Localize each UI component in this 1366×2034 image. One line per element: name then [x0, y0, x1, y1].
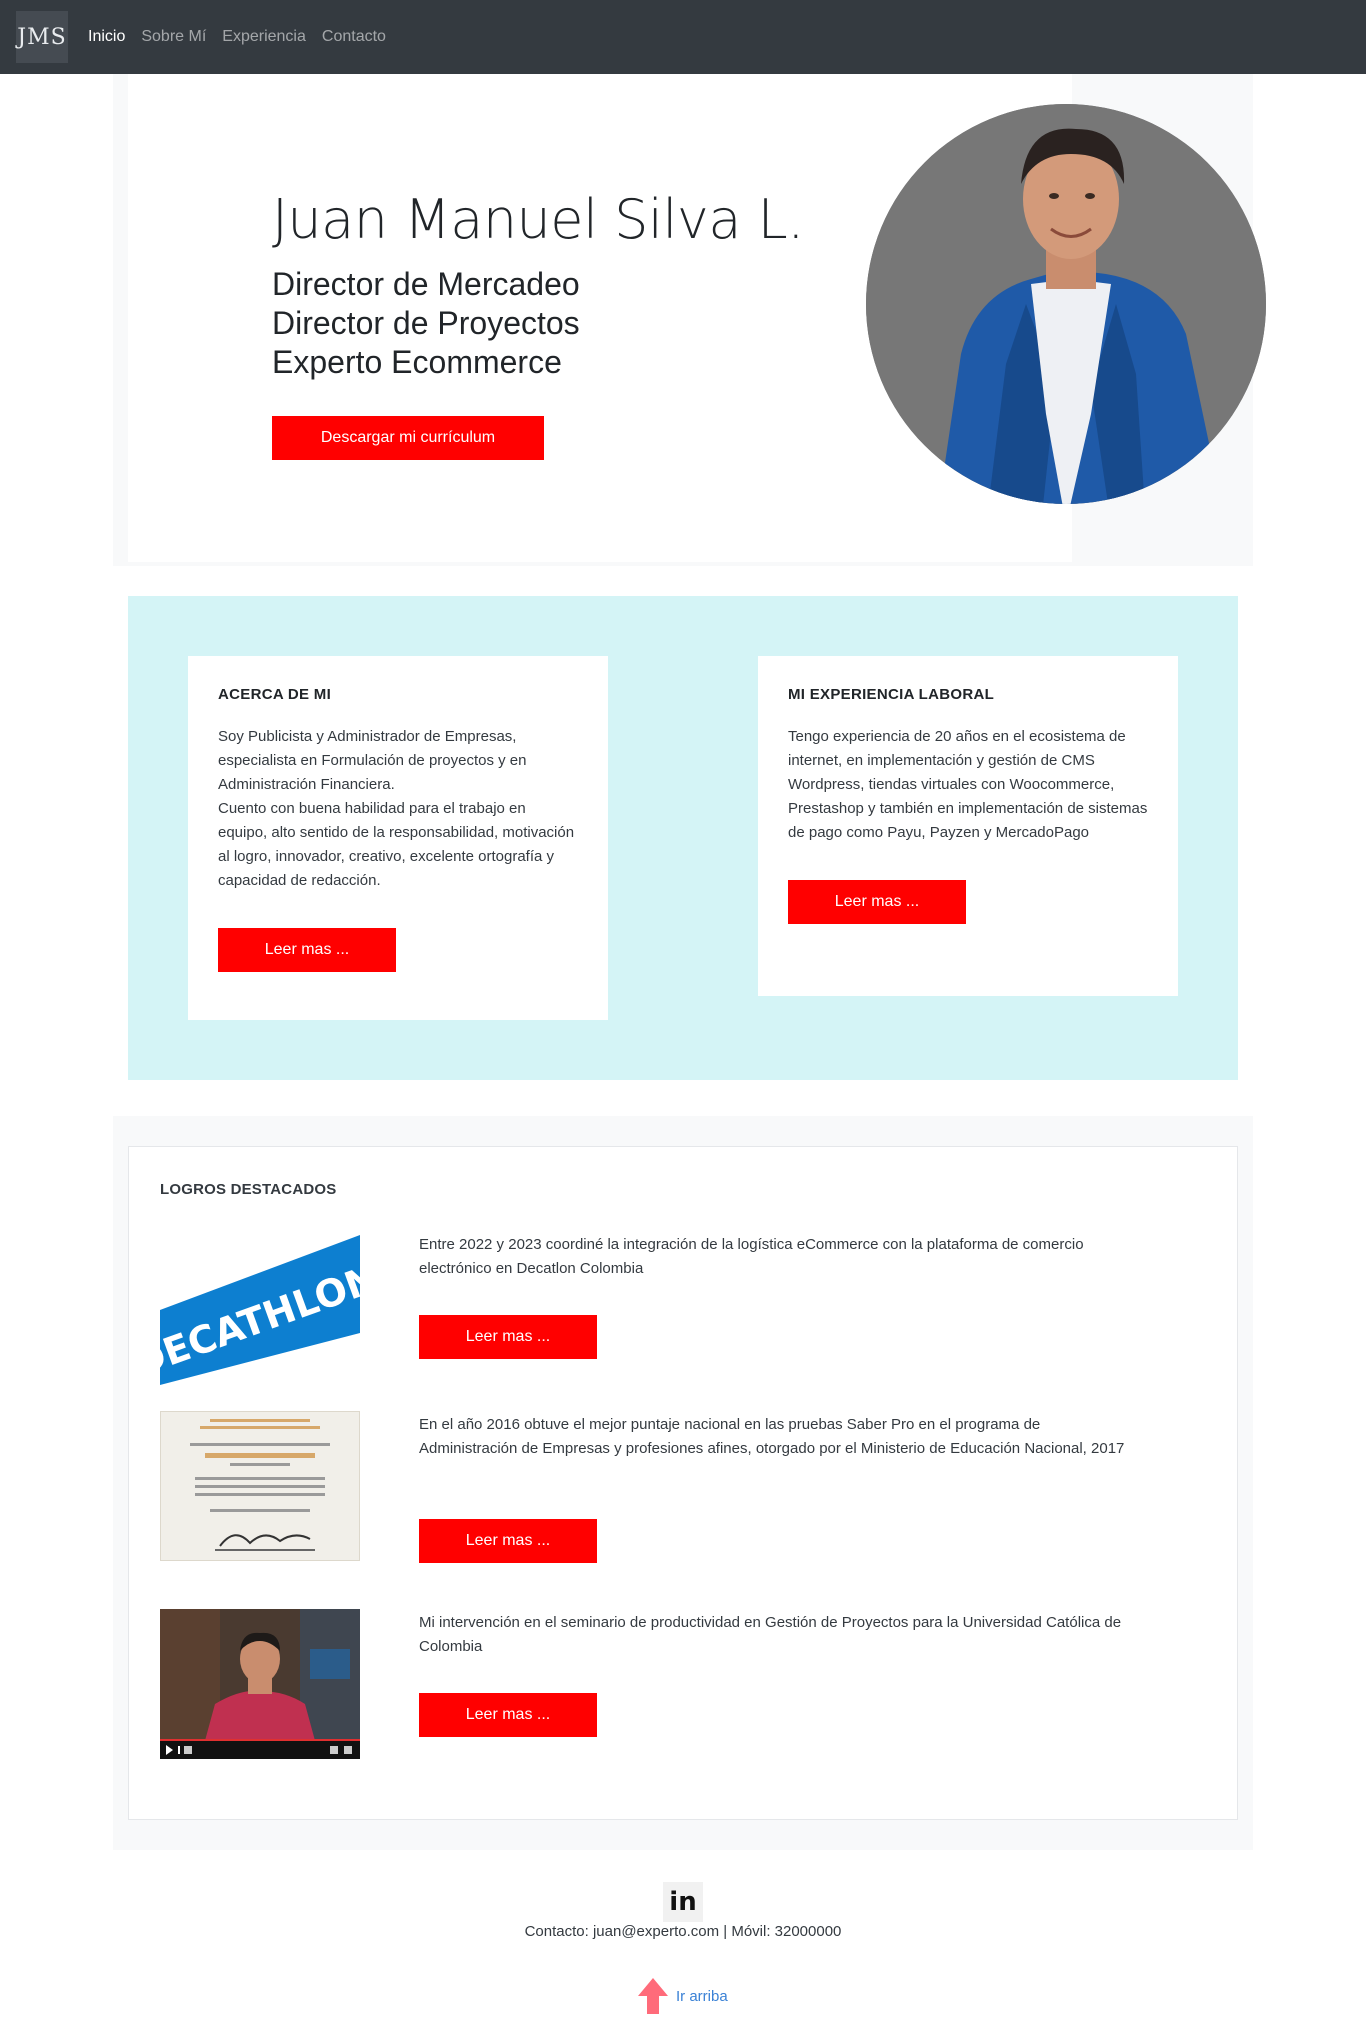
achievement-read-more-button-3[interactable]: Leer mas ...	[419, 1693, 597, 1737]
achievement-text-1: Entre 2022 y 2023 coordiné la integració…	[419, 1236, 1084, 1277]
scroll-top[interactable]: Ir arriba	[636, 1976, 728, 2016]
achievements-card: LOGROS DESTACADOS DECATHLON Entre 2022 y…	[128, 1146, 1238, 1820]
hero-role-proyectos: Director de Proyectos	[272, 305, 580, 341]
download-cv-button[interactable]: Descargar mi currículum	[272, 416, 544, 460]
seminar-video-thumbnail[interactable]	[160, 1609, 360, 1759]
decathlon-image: DECATHLON	[160, 1235, 360, 1385]
achievement-text-3: Mi intervención en el seminario de produ…	[419, 1614, 1122, 1655]
about-text: Soy Publicista y Administrador de Empres…	[218, 728, 527, 793]
nav-link-sobre-mi[interactable]: Sobre Mí	[141, 28, 206, 46]
experience-title: MI EXPERIENCIA LABORAL	[788, 686, 995, 703]
arrow-up-icon[interactable]	[636, 1976, 670, 2016]
achievement-text-2: En el año 2016 obtuve el mejor puntaje n…	[419, 1416, 1125, 1457]
contact-info: Contacto: juan@experto.com | Móvil: 3200…	[524, 1923, 842, 1940]
nav-link-inicio[interactable]: Inicio	[88, 28, 125, 46]
experience-read-more-button[interactable]: Leer mas ...	[788, 880, 966, 924]
about-section: ACERCA DE MI Soy Publicista y Administra…	[128, 596, 1238, 1080]
nav-link-experiencia[interactable]: Experiencia	[222, 28, 306, 46]
achievement-read-more-button-2[interactable]: Leer mas ...	[419, 1519, 597, 1563]
achievements-section: LOGROS DESTACADOS DECATHLON Entre 2022 y…	[113, 1116, 1253, 1850]
brand-logo[interactable]: JMS	[16, 11, 68, 63]
achievement-read-more-button-1[interactable]: Leer mas ...	[419, 1315, 597, 1359]
about-text-2: Cuento con buena habilidad para el traba…	[218, 800, 575, 889]
linkedin-icon[interactable]: in	[663, 1882, 703, 1922]
hero-role-mercadeo: Director de Mercadeo	[272, 266, 580, 302]
navbar: JMS Inicio Sobre Mí Experiencia Contacto	[0, 0, 1366, 74]
hero-role-ecommerce: Experto Ecommerce	[272, 344, 562, 380]
about-read-more-button[interactable]: Leer mas ...	[218, 928, 396, 972]
linkedin-label: in	[669, 1887, 697, 1917]
certificate-image	[160, 1411, 360, 1561]
scroll-top-link[interactable]: Ir arriba	[676, 1988, 728, 2005]
about-title: ACERCA DE MI	[218, 686, 332, 703]
hero-name: Juan Manuel Silva L.	[272, 188, 804, 251]
nav-link-contacto[interactable]: Contacto	[322, 28, 386, 46]
experience-text: Tengo experiencia de 20 años en el ecosi…	[788, 728, 1148, 841]
profile-photo	[866, 104, 1266, 504]
achievements-title: LOGROS DESTACADOS	[160, 1181, 337, 1198]
experience-card: MI EXPERIENCIA LABORAL Tengo experiencia…	[758, 656, 1178, 996]
about-card: ACERCA DE MI Soy Publicista y Administra…	[188, 656, 608, 1020]
